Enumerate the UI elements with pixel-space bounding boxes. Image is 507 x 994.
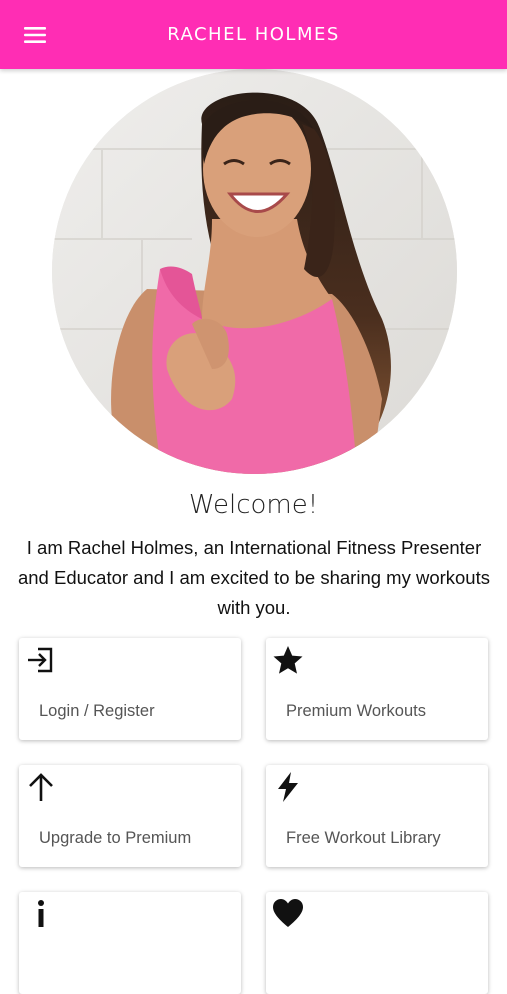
welcome-heading: Welcome! — [188, 490, 319, 520]
star-icon — [273, 646, 303, 674]
info-card[interactable] — [19, 892, 241, 994]
app-title: RACHEL HOLMES — [167, 24, 340, 45]
upgrade-premium-card[interactable]: Upgrade to Premium — [19, 765, 241, 867]
app-bar: RACHEL HOLMES — [0, 0, 507, 69]
welcome-text: I am Rachel Holmes, an International Fit… — [17, 537, 490, 618]
card-label: Free Workout Library — [286, 829, 441, 847]
login-icon — [28, 647, 53, 673]
favourites-card[interactable] — [266, 892, 488, 994]
lightning-bolt-icon — [278, 772, 298, 802]
card-label: Upgrade to Premium — [39, 829, 192, 847]
arrow-up-icon — [29, 773, 53, 801]
card-label: Login / Register — [39, 702, 155, 720]
premium-workouts-card[interactable]: Premium Workouts — [266, 638, 488, 740]
hero-photo — [52, 69, 457, 474]
card-label: Premium Workouts — [286, 702, 426, 720]
login-register-card[interactable]: Login / Register — [19, 638, 241, 740]
profile-photo — [52, 69, 457, 474]
info-icon — [38, 900, 44, 927]
heart-icon — [273, 899, 303, 927]
free-workout-library-card[interactable]: Free Workout Library — [266, 765, 488, 867]
